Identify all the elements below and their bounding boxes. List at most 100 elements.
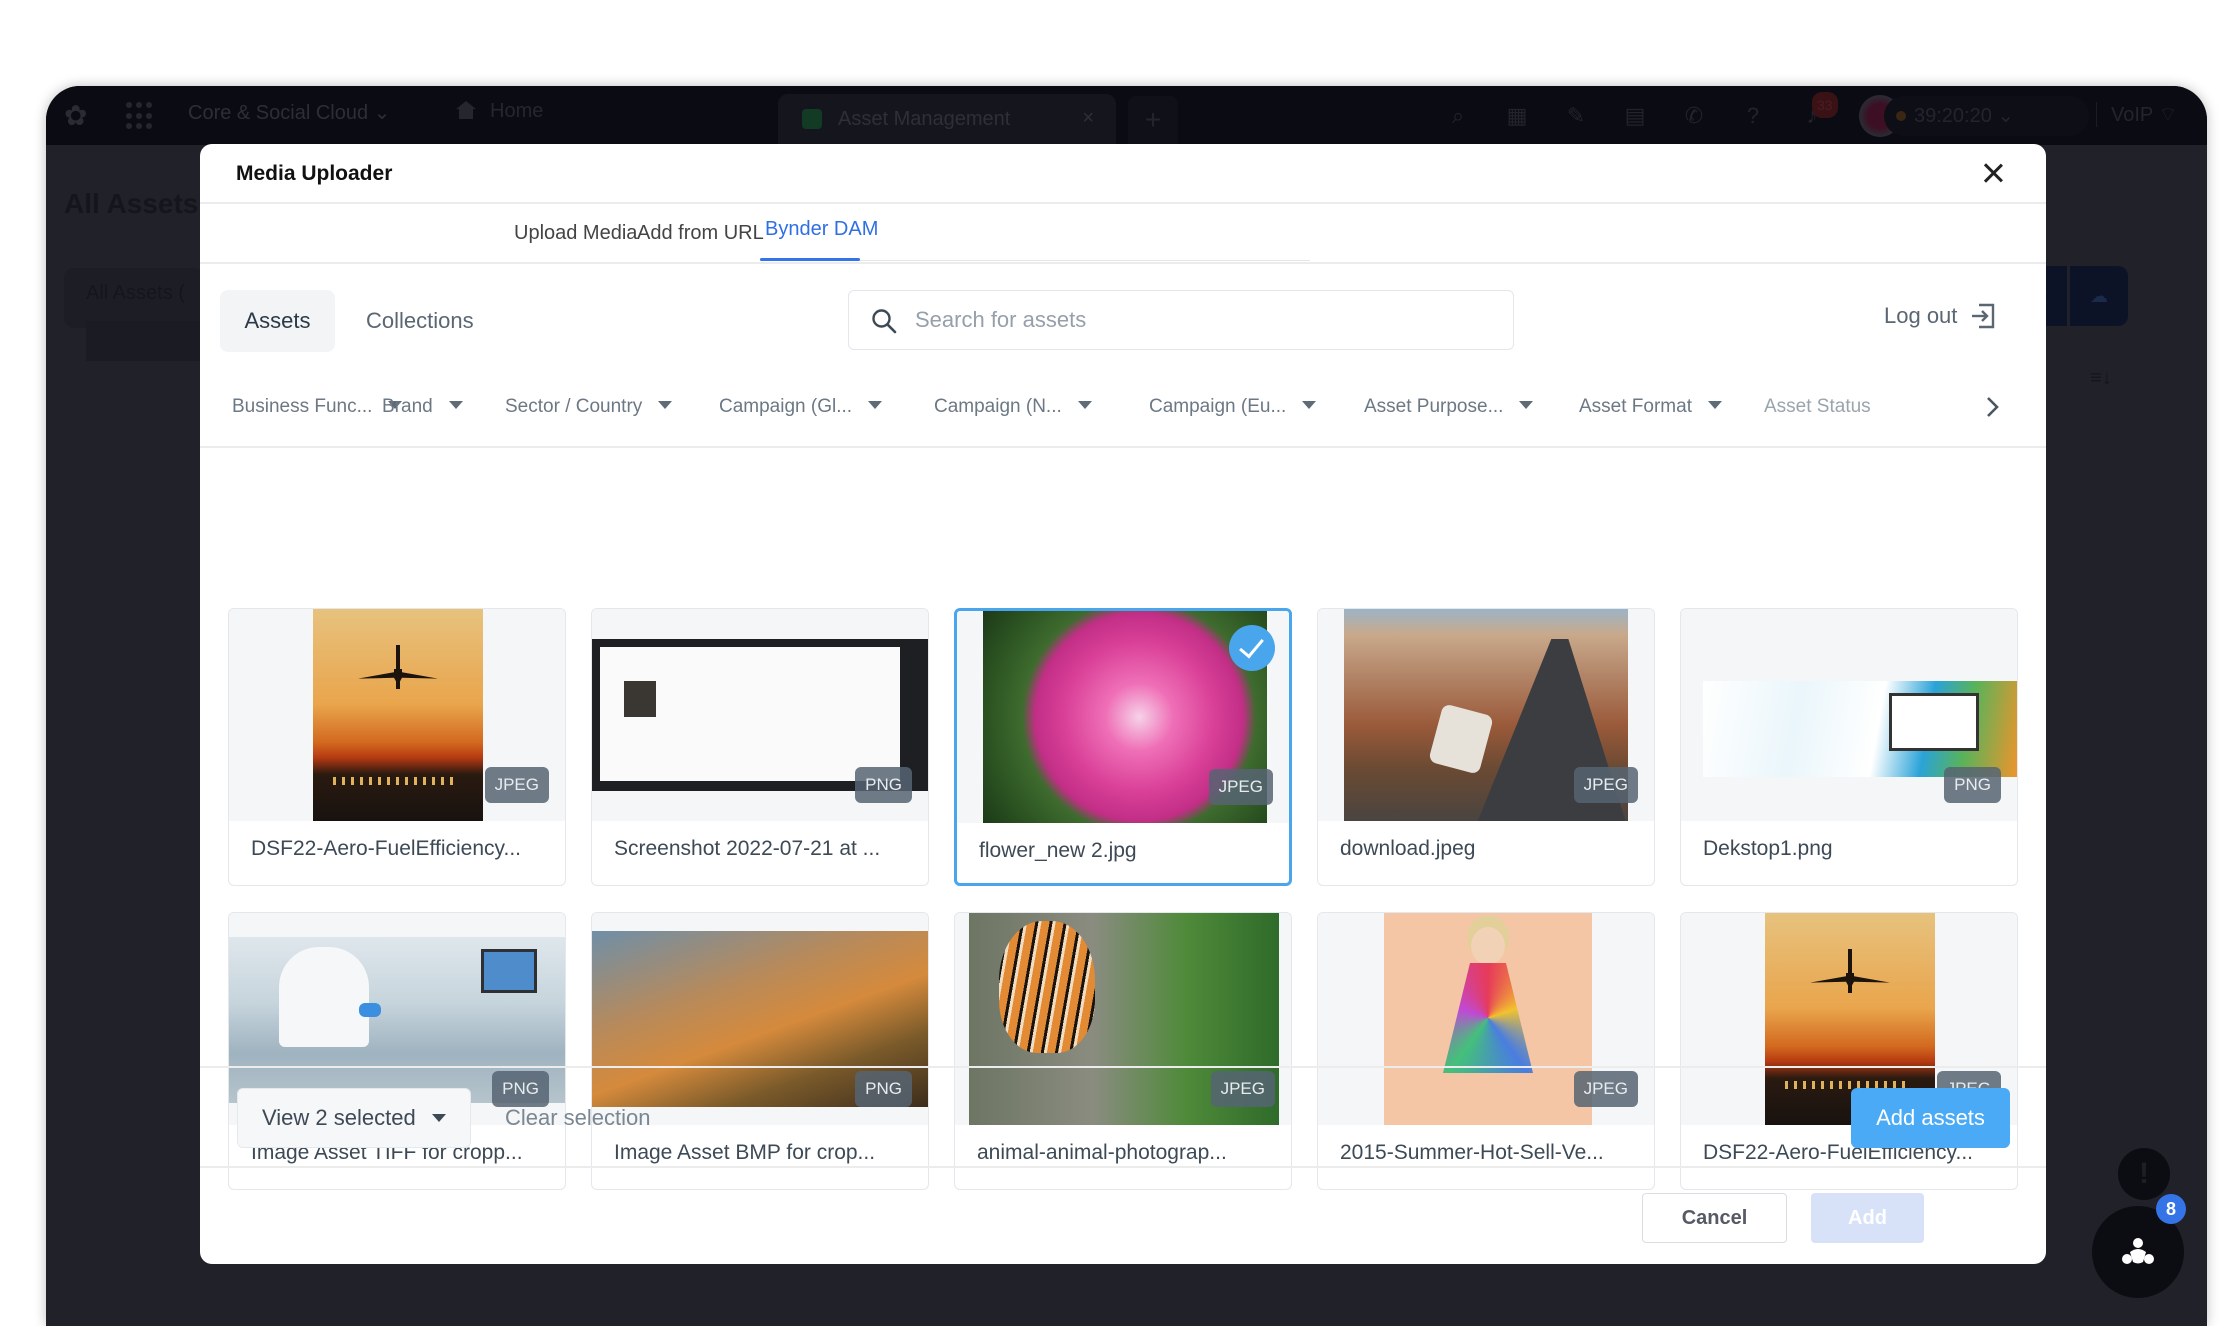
caret-down-icon [448, 401, 463, 409]
cancel-button[interactable]: Cancel [1642, 1193, 1787, 1243]
format-badge: JPEG [1573, 767, 1638, 803]
modal-footer: Cancel Add [200, 1168, 2046, 1264]
filter-label: Asset Status [1764, 396, 1871, 417]
home-tab-label: Home [490, 100, 544, 122]
format-badge: PNG [855, 767, 912, 803]
asset-management-icon [802, 109, 822, 129]
source-tabs: Upload Media Add from URL Bynder DAM [200, 204, 2046, 264]
filter-label: Asset Purpose... [1364, 396, 1504, 417]
asset-card-selected[interactable]: JPEG flower_new 2.jpg [954, 608, 1292, 886]
checkmark-icon[interactable] [1229, 625, 1275, 671]
search-icon[interactable]: ⌕ [1446, 103, 1470, 128]
logout-icon [1972, 303, 1995, 329]
filter-asset-status[interactable]: Asset Status [1764, 396, 1874, 418]
workspace-label: Core & Social Cloud [188, 102, 369, 124]
close-icon[interactable] [1978, 158, 2008, 188]
asset-name: DSF22-Aero-FuelEfficiency... [251, 837, 521, 860]
media-uploader-modal: Media Uploader Upload Media Add from URL… [200, 144, 2046, 1264]
pencil-icon[interactable]: ✎ [1564, 103, 1588, 128]
asset-thumbnail: PNG [1681, 609, 2017, 821]
phone-icon[interactable]: ✆ [1682, 103, 1706, 128]
asset-name: Screenshot 2022-07-21 at ... [614, 837, 881, 860]
asset-thumbnail: JPEG [957, 611, 1289, 823]
search-icon [872, 309, 897, 334]
calendar-icon[interactable]: ▦ [1505, 103, 1529, 128]
add-assets-button[interactable]: Add assets [1851, 1088, 2010, 1148]
app-launcher-icon[interactable] [126, 102, 154, 130]
clear-selection-link[interactable]: Clear selection [505, 1105, 651, 1131]
filter-label: Campaign (N... [934, 396, 1062, 417]
asset-grid: JPEG DSF22-Aero-FuelEfficiency... PNG Sc… [200, 450, 2046, 1190]
selection-bar: View 2 selected Clear selection Add asse… [200, 1066, 2046, 1168]
asset-card[interactable]: PNG Dekstop1.png [1680, 608, 2018, 886]
search-input[interactable] [915, 291, 1495, 348]
fab-count-badge: 8 [2156, 1194, 2186, 1224]
airplane-sunset-image [313, 609, 483, 821]
release-banner-image [1703, 681, 2017, 777]
asset-management-tab[interactable]: Asset Management × [778, 94, 1116, 145]
format-badge: PNG [1944, 767, 2001, 803]
format-badge: JPEG [1208, 769, 1273, 805]
filter-label: Asset Format [1579, 396, 1692, 417]
voip-status[interactable]: VoIP ⌔ [2096, 102, 2177, 127]
status-timer[interactable]: 39:20:20 ⌄ [1884, 96, 2089, 136]
asset-thumbnail: JPEG [229, 609, 565, 821]
filter-label: Campaign (Gl... [719, 396, 853, 417]
top-navigation-bar: ✿ Core & Social Cloud ⌄ Home Asset Manag… [46, 86, 2207, 145]
filter-label: Brand [382, 396, 433, 417]
tab-add-from-url[interactable]: Add from URL [637, 222, 764, 245]
home-tab[interactable]: Home [456, 100, 543, 123]
filter-business-function[interactable]: Business Func... [232, 396, 403, 418]
people-icon [2122, 1238, 2154, 1264]
asset-card[interactable]: PNG Screenshot 2022-07-21 at ... [591, 608, 929, 886]
logout-button[interactable]: Log out [1884, 302, 1997, 330]
caret-down-icon [1302, 401, 1317, 409]
chevron-right-icon[interactable] [1982, 392, 2004, 422]
timer-value: 39:20:20 [1914, 105, 1992, 127]
asset-name: flower_new 2.jpg [979, 839, 1137, 862]
filter-campaign-global[interactable]: Campaign (Gl... [719, 396, 883, 418]
upload-cloud-icon: ☁ [2070, 266, 2128, 326]
modal-title: Media Uploader [236, 162, 393, 185]
format-badge: JPEG [484, 767, 549, 803]
tab-upload-media[interactable]: Upload Media [514, 222, 637, 245]
page-title: All Assets [64, 188, 199, 219]
filter-label: Business Func... [232, 396, 373, 417]
new-tab-button[interactable]: + [1128, 96, 1178, 145]
view-selected-dropdown[interactable]: View 2 selected [237, 1088, 471, 1148]
logout-label: Log out [1884, 303, 1958, 328]
status-dot [1896, 111, 1906, 121]
close-tab-icon[interactable]: × [1082, 107, 1094, 130]
tab-bynder-dam[interactable]: Bynder DAM [765, 218, 878, 241]
add-button[interactable]: Add [1811, 1193, 1924, 1243]
asset-thumbnail: JPEG [1318, 609, 1654, 821]
search-box [848, 290, 1514, 350]
filter-brand[interactable]: Brand [382, 396, 463, 418]
modal-header: Media Uploader [200, 144, 2046, 204]
dam-toolbar: Assets Collections Log out [200, 264, 2046, 364]
segment-assets[interactable]: Assets [220, 290, 335, 352]
caret-down-icon [431, 1114, 446, 1122]
caret-down-icon [658, 401, 673, 409]
help-icon[interactable]: ? [1741, 103, 1765, 128]
bell-icon[interactable]: ♪ 33 [1800, 91, 1838, 128]
filter-sector-country[interactable]: Sector / Country [505, 396, 673, 418]
caret-down-icon [1519, 401, 1534, 409]
segment-collections[interactable]: Collections [366, 290, 474, 352]
caret-down-icon [868, 401, 883, 409]
sort-icon: ≡↓ [2090, 367, 2112, 389]
filter-campaign-n[interactable]: Campaign (N... [934, 396, 1092, 418]
filter-campaign-eu[interactable]: Campaign (Eu... [1149, 396, 1317, 418]
filter-asset-purpose[interactable]: Asset Purpose... [1364, 396, 1534, 418]
asset-card[interactable]: JPEG DSF22-Aero-FuelEfficiency... [228, 608, 566, 886]
filter-asset-format[interactable]: Asset Format [1579, 396, 1722, 418]
clipboard-clock-icon[interactable]: ▤ [1623, 103, 1647, 128]
asset-card[interactable]: JPEG download.jpeg [1317, 608, 1655, 886]
active-tab-indicator [760, 258, 860, 261]
filter-label: Campaign (Eu... [1149, 396, 1287, 417]
workspace-switcher[interactable]: Core & Social Cloud ⌄ [188, 100, 390, 125]
alert-fab-button[interactable]: ! [2118, 1148, 2170, 1200]
caret-down-icon [1077, 401, 1092, 409]
filter-bar: Business Func... Brand Sector / Country … [200, 370, 2046, 448]
all-assets-filter-label: All Assets ( [86, 282, 185, 304]
